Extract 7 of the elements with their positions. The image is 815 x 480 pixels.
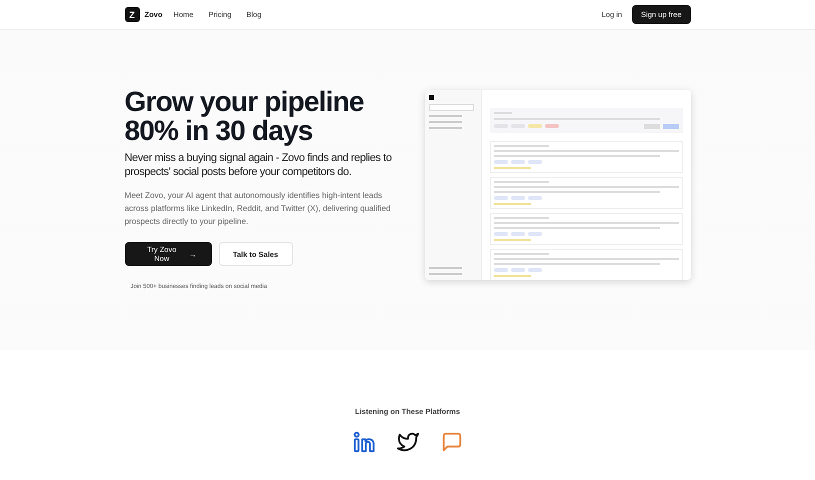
logo-mark[interactable]: Z: [124, 7, 140, 22]
chat-icon[interactable]: [440, 431, 462, 453]
hero-subtitle: Never miss a buying signal again - Zovo finds and replies to prospects' social posts before your competitors do.: [124, 151, 393, 179]
bird-icon[interactable]: [396, 431, 418, 453]
linkedin-icon[interactable]: [352, 431, 374, 453]
hero-description: Meet Zovo, your AI agent that autonomously identifies high-intent leads across platforms like LinkedIn, Reddit, and Twitter (X), delivering qualified prospects directly to your pipeline.: [124, 190, 392, 228]
hero-heading: Grow your pipeline 80% in 30 days: [124, 87, 365, 145]
